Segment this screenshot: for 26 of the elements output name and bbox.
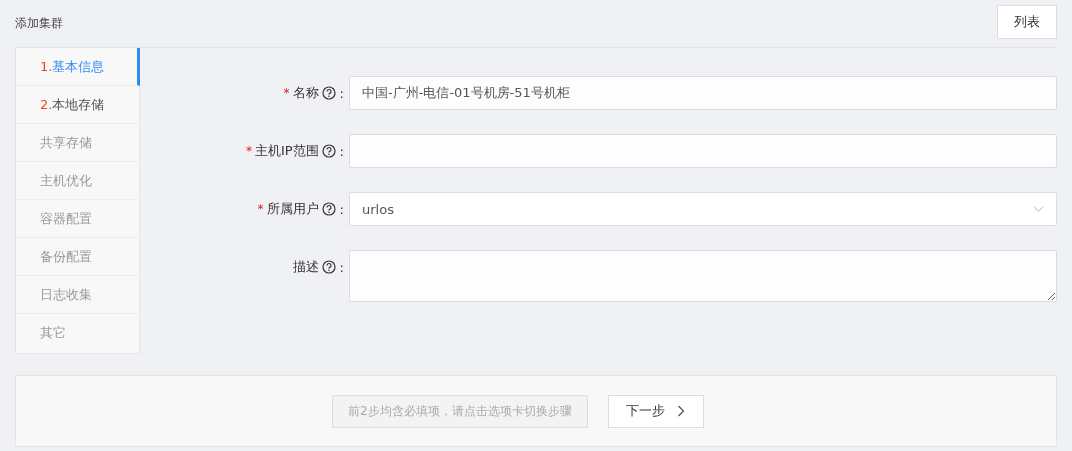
text-field[interactable]: 中国-广州-电信-01号机房-51号机柜 [349, 76, 1057, 110]
text-field[interactable] [349, 134, 1057, 168]
label-colon: : [339, 201, 344, 217]
chevron-right-icon [677, 405, 686, 417]
label-colon: : [339, 259, 344, 275]
description-field[interactable] [349, 250, 1057, 302]
field-label: 主机IP范围 [254, 142, 319, 160]
label-colon: : [339, 85, 344, 101]
required-mark: * [257, 202, 264, 216]
page-title: 添加集群 [15, 15, 63, 32]
field-label: 描述 [292, 258, 319, 276]
list-button[interactable]: 列表 [997, 4, 1057, 39]
required-mark: * [283, 86, 290, 100]
step-tab[interactable]: 1.基本信息 [16, 48, 140, 86]
help-icon[interactable] [321, 260, 336, 274]
help-icon[interactable] [321, 144, 336, 158]
required-mark: * [245, 144, 252, 158]
field-label: 所属用户 [266, 200, 319, 218]
chevron-down-icon [1033, 205, 1044, 213]
step-tab[interactable]: 2.本地存储 [16, 86, 140, 124]
help-icon[interactable] [321, 202, 336, 216]
help-icon[interactable] [321, 86, 336, 100]
next-button[interactable]: 下一步 [607, 394, 704, 428]
user-select[interactable]: urlos [349, 192, 1057, 226]
field-label: 名称 [292, 84, 319, 102]
label-colon: : [339, 143, 344, 159]
